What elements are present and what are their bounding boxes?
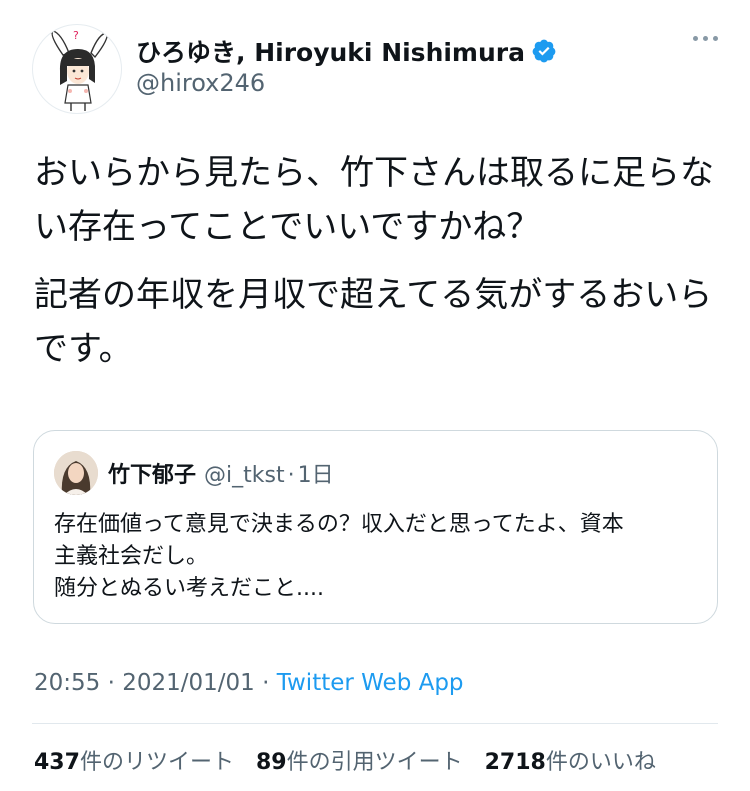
quote-time[interactable]: 1日 — [298, 457, 334, 489]
author-name-row: ひろゆき, Hiroyuki Nishimura — [136, 34, 557, 68]
more-options-icon[interactable] — [693, 36, 718, 41]
quote-line: 主義社会だし。 — [54, 544, 209, 569]
verified-badge-icon — [532, 39, 556, 63]
svg-text:?: ? — [73, 29, 79, 42]
tweet-time[interactable]: 20:55 — [34, 670, 100, 696]
more-dot — [693, 36, 698, 41]
quote-header: 竹下郁子 @i_tkst · 1日 — [108, 457, 334, 489]
tweet-meta: 20:55 · 2021/01/01 · Twitter Web App — [34, 670, 464, 696]
quote-line: 存在価値って意見で決まるの？収入だと思ってたよ、資本 — [54, 512, 624, 537]
more-dot — [713, 36, 718, 41]
portrait-avatar-icon — [54, 451, 98, 495]
tweet-date[interactable]: 2021/01/01 — [122, 670, 255, 696]
divider — [32, 723, 718, 724]
author-handle[interactable]: @hirox246 — [136, 69, 265, 97]
stat-number: 437 — [34, 750, 80, 775]
quote-tweets-stat[interactable]: 89件の引用ツイート — [256, 744, 463, 776]
quote-author-name[interactable]: 竹下郁子 — [108, 457, 196, 489]
quote-author-handle[interactable]: @i_tkst — [204, 463, 285, 488]
stat-number: 89 — [255, 750, 287, 775]
cartoon-avatar-icon: ? — [51, 29, 108, 111]
quote-separator: · — [287, 463, 295, 488]
tweet-paragraph: おいらから見たら、竹下さんは取るに足らない存在ってことでいいですかね？ — [34, 153, 714, 247]
stat-label: 件のいいね — [545, 750, 656, 775]
meta-separator: · — [254, 670, 277, 696]
author-display-name[interactable]: ひろゆき, Hiroyuki Nishimura — [136, 33, 525, 69]
stat-label: 件の引用ツイート — [286, 750, 463, 775]
tweet-source-link[interactable]: Twitter Web App — [277, 670, 464, 696]
stat-number: 2718 — [484, 750, 546, 775]
author-avatar[interactable]: ? — [32, 24, 122, 114]
quote-author-avatar[interactable] — [54, 451, 98, 495]
tweet-stats: 437件のリツイート 89件の引用ツイート 2718件のいいね — [34, 744, 656, 776]
more-dot — [703, 36, 708, 41]
tweet-text: おいらから見たら、竹下さんは取るに足らない存在ってことでいいですかね？ 記者の年… — [34, 146, 724, 390]
tweet-detail: ? ひろゆき, Hiroyuki Nishimura @hirox246 おいら… — [0, 0, 750, 791]
retweets-stat[interactable]: 437件のリツイート — [34, 744, 234, 776]
tweet-paragraph: 記者の年収を月収で超えてる気がするおいらです。 — [34, 275, 713, 369]
quoted-tweet[interactable]: 竹下郁子 @i_tkst · 1日 存在価値って意見で決まるの？収入だと思ってた… — [33, 430, 718, 624]
stat-label: 件のリツイート — [79, 750, 234, 775]
likes-stat[interactable]: 2718件のいいね — [485, 744, 656, 776]
quote-text: 存在価値って意見で決まるの？収入だと思ってたよ、資本 主義社会だし。 随分とぬる… — [54, 509, 699, 605]
quote-line: 随分とぬるい考えだこと.... — [54, 576, 324, 601]
meta-separator: · — [100, 670, 123, 696]
